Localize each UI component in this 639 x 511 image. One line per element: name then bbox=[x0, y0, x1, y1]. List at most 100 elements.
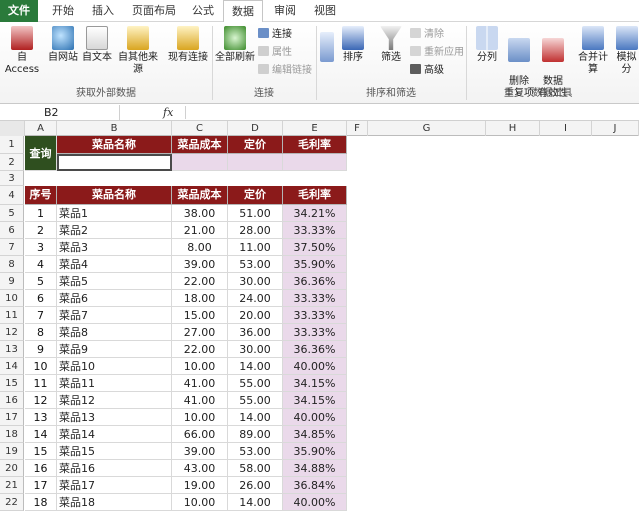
tab-file[interactable]: 文件 bbox=[0, 0, 38, 22]
tab-view[interactable]: 视图 bbox=[306, 0, 344, 22]
cell-price[interactable]: 36.00 bbox=[228, 324, 283, 341]
cell-margin[interactable]: 34.15% bbox=[283, 375, 347, 392]
query-margin-cell[interactable] bbox=[283, 154, 347, 171]
what-if-analysis-button[interactable]: 模拟分 bbox=[614, 26, 639, 76]
query-header-cost[interactable]: 菜品成本 bbox=[172, 136, 228, 154]
cell-name[interactable]: 菜品7 bbox=[57, 307, 172, 324]
cell-cost[interactable]: 10.00 bbox=[172, 409, 228, 426]
sort-asc-button[interactable] bbox=[318, 32, 336, 64]
table-header-index[interactable]: 序号 bbox=[25, 186, 57, 205]
cell-price[interactable]: 30.00 bbox=[228, 273, 283, 290]
cell-price[interactable]: 11.00 bbox=[228, 239, 283, 256]
cell-margin[interactable]: 40.00% bbox=[283, 358, 347, 375]
refresh-all-button[interactable]: 全部刷新 bbox=[215, 26, 255, 64]
formula-input[interactable] bbox=[185, 106, 639, 119]
connections-button[interactable]: 连接 bbox=[258, 28, 292, 41]
cell-name[interactable]: 菜品8 bbox=[57, 324, 172, 341]
column-header-g[interactable]: G bbox=[368, 121, 486, 136]
cell-name[interactable]: 菜品12 bbox=[57, 392, 172, 409]
row-header[interactable]: 4 bbox=[0, 186, 24, 205]
tab-insert[interactable]: 插入 bbox=[84, 0, 122, 22]
cell-margin[interactable]: 35.90% bbox=[283, 443, 347, 460]
cell-cost[interactable]: 10.00 bbox=[172, 358, 228, 375]
query-header-margin[interactable]: 毛利率 bbox=[283, 136, 347, 154]
cell-cost[interactable]: 10.00 bbox=[172, 494, 228, 511]
row-header[interactable]: 7 bbox=[0, 239, 24, 256]
from-web-button[interactable]: 自网站 bbox=[46, 26, 80, 64]
cell-margin[interactable]: 35.90% bbox=[283, 256, 347, 273]
cell-cost[interactable]: 15.00 bbox=[172, 307, 228, 324]
cell-price[interactable]: 26.00 bbox=[228, 477, 283, 494]
existing-connections-button[interactable]: 现有连接 bbox=[168, 26, 208, 64]
tab-page-layout[interactable]: 页面布局 bbox=[126, 0, 182, 22]
cell-margin[interactable]: 40.00% bbox=[283, 494, 347, 511]
column-header-f[interactable]: F bbox=[347, 121, 368, 136]
cell-name[interactable]: 菜品5 bbox=[57, 273, 172, 290]
cell-margin[interactable]: 40.00% bbox=[283, 409, 347, 426]
row-header[interactable]: 9 bbox=[0, 273, 24, 290]
cell-margin[interactable]: 36.36% bbox=[283, 273, 347, 290]
cell-index[interactable]: 8 bbox=[25, 324, 57, 341]
consolidate-button[interactable]: 合并计算 bbox=[574, 26, 612, 76]
cell-index[interactable]: 17 bbox=[25, 477, 57, 494]
from-other-sources-button[interactable]: 自其他来源 bbox=[114, 26, 162, 76]
query-cost-cell[interactable] bbox=[172, 154, 228, 171]
cell-price[interactable]: 58.00 bbox=[228, 460, 283, 477]
column-header-a[interactable]: A bbox=[25, 121, 57, 136]
column-header-e[interactable]: E bbox=[283, 121, 347, 136]
query-header-name[interactable]: 菜品名称 bbox=[57, 136, 172, 154]
cell-cost[interactable]: 22.00 bbox=[172, 273, 228, 290]
cell-price[interactable]: 89.00 bbox=[228, 426, 283, 443]
cell-name[interactable]: 菜品13 bbox=[57, 409, 172, 426]
cell-cost[interactable]: 38.00 bbox=[172, 205, 228, 222]
tab-formulas[interactable]: 公式 bbox=[184, 0, 222, 22]
row-header[interactable]: 3 bbox=[0, 171, 24, 186]
column-header-h[interactable]: H bbox=[486, 121, 540, 136]
cell-index[interactable]: 10 bbox=[25, 358, 57, 375]
cell-price[interactable]: 53.00 bbox=[228, 256, 283, 273]
cell-index[interactable]: 16 bbox=[25, 460, 57, 477]
row-header[interactable]: 1 bbox=[0, 136, 24, 154]
query-name-input[interactable] bbox=[57, 154, 172, 171]
from-access-button[interactable]: 自 Access bbox=[0, 26, 44, 76]
row-header[interactable]: 13 bbox=[0, 341, 24, 358]
name-box[interactable]: B2 bbox=[0, 105, 120, 120]
cell-price[interactable]: 14.00 bbox=[228, 409, 283, 426]
text-to-columns-button[interactable]: 分列 bbox=[472, 26, 502, 64]
cell-name[interactable]: 菜品14 bbox=[57, 426, 172, 443]
tab-data[interactable]: 数据 bbox=[223, 0, 263, 23]
cell-margin[interactable]: 34.88% bbox=[283, 460, 347, 477]
cell-cost[interactable]: 41.00 bbox=[172, 392, 228, 409]
cell-price[interactable]: 51.00 bbox=[228, 205, 283, 222]
cell-index[interactable]: 13 bbox=[25, 409, 57, 426]
column-header-c[interactable]: C bbox=[172, 121, 228, 136]
select-all-corner[interactable] bbox=[0, 121, 25, 136]
cell-margin[interactable]: 37.50% bbox=[283, 239, 347, 256]
cell-price[interactable]: 20.00 bbox=[228, 307, 283, 324]
cell-price[interactable]: 28.00 bbox=[228, 222, 283, 239]
cell-index[interactable]: 7 bbox=[25, 307, 57, 324]
tab-home[interactable]: 开始 bbox=[44, 0, 82, 22]
cell-cost[interactable]: 39.00 bbox=[172, 256, 228, 273]
query-price-cell[interactable] bbox=[228, 154, 283, 171]
cell-index[interactable]: 9 bbox=[25, 341, 57, 358]
cell-price[interactable]: 14.00 bbox=[228, 358, 283, 375]
cell-index[interactable]: 5 bbox=[25, 273, 57, 290]
table-header-name[interactable]: 菜品名称 bbox=[57, 186, 172, 205]
cell-price[interactable]: 24.00 bbox=[228, 290, 283, 307]
cell-index[interactable]: 3 bbox=[25, 239, 57, 256]
from-text-button[interactable]: 自文本 bbox=[80, 26, 114, 64]
row-header[interactable]: 10 bbox=[0, 290, 24, 307]
cell-name[interactable]: 菜品2 bbox=[57, 222, 172, 239]
reapply-button[interactable]: 重新应用 bbox=[410, 46, 464, 59]
cell-price[interactable]: 53.00 bbox=[228, 443, 283, 460]
cell-price[interactable]: 55.00 bbox=[228, 375, 283, 392]
cell-margin[interactable]: 34.85% bbox=[283, 426, 347, 443]
cell-name[interactable]: 菜品18 bbox=[57, 494, 172, 511]
edit-links-button[interactable]: 编辑链接 bbox=[258, 64, 312, 77]
cell-cost[interactable]: 19.00 bbox=[172, 477, 228, 494]
filter-button[interactable]: 筛选 bbox=[376, 26, 406, 64]
properties-button[interactable]: 属性 bbox=[258, 46, 292, 59]
sort-button[interactable]: 排序 bbox=[338, 26, 368, 64]
cell-cost[interactable]: 22.00 bbox=[172, 341, 228, 358]
